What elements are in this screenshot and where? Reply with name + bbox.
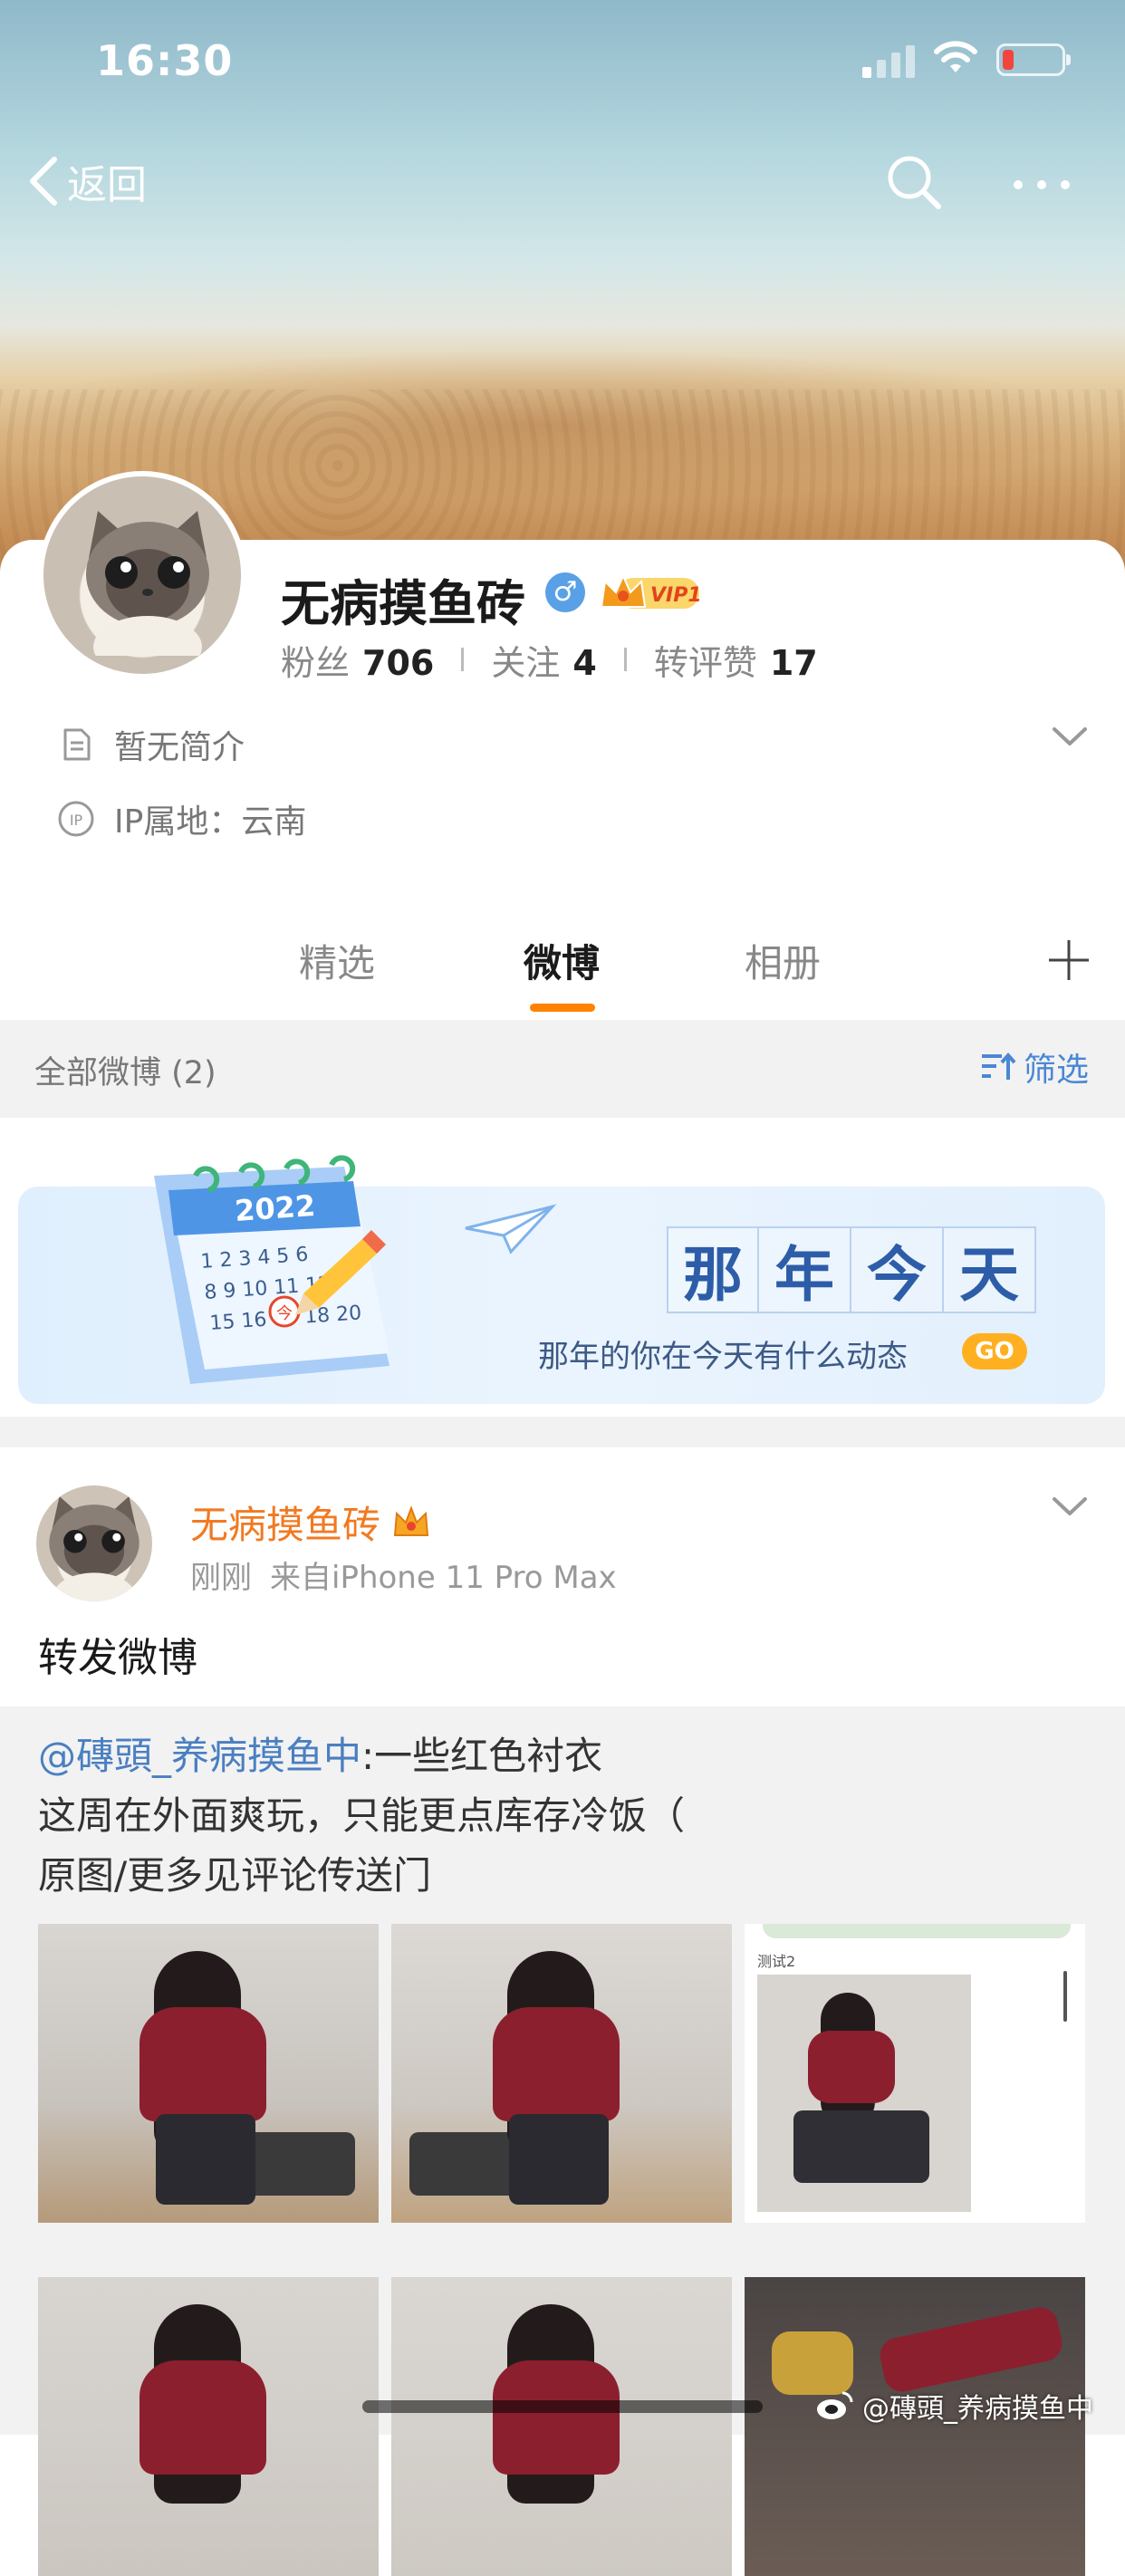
vip-crown-icon — [393, 1504, 429, 1536]
tab-album[interactable]: 相册 — [745, 933, 821, 988]
image-watermark: @磚頭_养病摸鱼中 — [815, 2386, 1093, 2426]
tab-featured[interactable]: 精选 — [299, 933, 375, 988]
search-icon[interactable] — [882, 150, 946, 214]
cat-avatar-illustration — [86, 511, 209, 656]
plus-icon[interactable] — [1045, 937, 1092, 984]
section-divider — [0, 1417, 1125, 1447]
stat-value: 17 — [769, 642, 818, 683]
image-thumbnail[interactable] — [745, 2277, 1085, 2576]
reposted-content[interactable]: @磚頭_养病摸鱼中:一些红色衬衣 这周在外面爽玩，只能更点库存冷饭（ 原图/更多… — [0, 1706, 1125, 2576]
filter-bar: 全部微博 (2) 筛选 — [0, 1020, 1125, 1118]
divider — [623, 648, 627, 671]
ip-location-icon: IP — [58, 801, 94, 837]
post-text: 转发微博 — [38, 1635, 197, 1681]
mention-link[interactable]: @磚頭_养病摸鱼中 — [38, 1734, 361, 1778]
title-char: 年 — [759, 1226, 851, 1313]
calendar-illustration: 2022 1 2 3 4 5 6 8 9 10 11 12 15 16 17 1… — [154, 1155, 389, 1384]
filter-label: 筛选 — [1024, 1052, 1090, 1089]
all-posts-count: 全部微博 (2) — [34, 1055, 216, 1091]
home-indicator[interactable] — [362, 2400, 763, 2413]
back-label: 返回 — [67, 162, 147, 208]
svg-text:IP: IP — [70, 812, 83, 829]
on-this-day-banner[interactable]: 2022 1 2 3 4 5 6 8 9 10 11 12 15 16 17 1… — [18, 1155, 1105, 1404]
active-tab-indicator — [530, 1004, 595, 1012]
profile-stats: 粉丝 706 关注 4 转评赞 17 — [281, 634, 818, 685]
on-this-day-subtitle: 那年的你在今天有什么动态 — [538, 1339, 908, 1375]
status-time: 16:30 — [96, 36, 234, 85]
title-char: 那 — [667, 1226, 759, 1313]
repost-line: 原图/更多见评论传送门 — [38, 1853, 432, 1898]
stat-value: 706 — [362, 642, 435, 683]
filter-sort-icon — [982, 1052, 1016, 1080]
chevron-down-icon[interactable] — [1051, 725, 1089, 748]
gender-male-icon: ♂ — [545, 572, 585, 612]
battery-icon — [996, 43, 1071, 76]
memory-banner-section: 2022 1 2 3 4 5 6 8 9 10 11 12 15 16 17 1… — [0, 1118, 1125, 1417]
svg-text:2022: 2022 — [234, 1188, 316, 1228]
repost-line: :一些红色衬衣 — [361, 1734, 603, 1778]
stat-label: 转评赞 — [653, 642, 757, 683]
stat-label: 关注 — [491, 642, 561, 683]
watermark-text: @磚頭_养病摸鱼中 — [862, 2393, 1093, 2425]
bio-text: 暂无简介 — [114, 729, 245, 766]
ip-text: IP属地：云南 — [114, 803, 307, 841]
cat-avatar-illustration — [49, 1496, 139, 1601]
profile-tabs: 精选 微博 相册 — [0, 915, 1125, 1014]
signal-icon — [862, 43, 917, 78]
weibo-logo-icon — [817, 2391, 853, 2419]
author-name-text: 无病摸鱼砖 — [190, 1503, 381, 1547]
weibo-post: 无病摸鱼砖 刚刚 来自iPhone 11 Pro Max 转发微博 @磚頭_养病摸… — [0, 1447, 1125, 2576]
chevron-down-icon[interactable] — [1051, 1495, 1089, 1518]
ip-row: IP IP属地：云南 — [56, 792, 306, 846]
stat-following[interactable]: 关注 4 — [491, 635, 596, 685]
tab-weibo[interactable]: 微博 — [524, 933, 600, 988]
image-thumbnail[interactable] — [38, 2277, 379, 2576]
back-button[interactable]: 返回 — [27, 145, 147, 217]
post-source: 来自iPhone 11 Pro Max — [270, 1560, 617, 1596]
filter-button[interactable]: 筛选 — [980, 1043, 1089, 1091]
post-author-avatar[interactable] — [36, 1485, 152, 1601]
top-navigation: 返回 — [0, 145, 1125, 217]
stat-label: 粉丝 — [281, 642, 351, 683]
more-dots-icon[interactable] — [1005, 150, 1078, 214]
back-chevron-icon — [30, 157, 57, 206]
repost-text: @磚頭_养病摸鱼中:一些红色衬衣 这周在外面爽玩，只能更点库存冷饭（ 原图/更多… — [38, 1726, 1089, 1906]
vip-crown-icon[interactable]: VIP1 — [598, 571, 701, 614]
image-thumbnail[interactable] — [391, 1924, 732, 2223]
image-thumbnail[interactable] — [38, 1924, 379, 2223]
post-meta: 刚刚 来自iPhone 11 Pro Max — [190, 1552, 617, 1597]
profile-name: 无病摸鱼砖 — [281, 575, 525, 632]
stat-fans[interactable]: 粉丝 706 — [281, 635, 434, 685]
image-thumbnail[interactable] — [391, 2277, 732, 2576]
image-thumbnail[interactable]: 测试2 — [745, 1924, 1085, 2223]
stat-likes[interactable]: 转评赞 17 — [654, 635, 818, 685]
wifi-icon — [934, 41, 977, 72]
repost-line: 这周在外面爽玩，只能更点库存冷饭（ — [38, 1793, 686, 1838]
status-bar: 16:30 — [0, 0, 1125, 120]
title-char: 天 — [944, 1226, 1036, 1313]
stat-value: 4 — [572, 642, 597, 683]
on-this-day-title: 那 年 今 天 — [667, 1226, 1036, 1313]
avatar[interactable] — [38, 471, 246, 679]
divider — [461, 648, 465, 671]
screenshot-label: 测试2 — [757, 1953, 796, 1970]
svg-text:今: 今 — [276, 1304, 293, 1323]
post-time: 刚刚 — [190, 1560, 252, 1596]
bio-row[interactable]: 暂无简介 — [56, 717, 245, 772]
post-author-name[interactable]: 无病摸鱼砖 — [190, 1495, 431, 1550]
vip-label: VIP1 — [650, 584, 701, 607]
bio-doc-icon — [63, 728, 91, 761]
go-button[interactable]: GO — [962, 1333, 1027, 1370]
paper-plane-icon — [465, 1204, 557, 1254]
title-char: 今 — [851, 1226, 944, 1313]
